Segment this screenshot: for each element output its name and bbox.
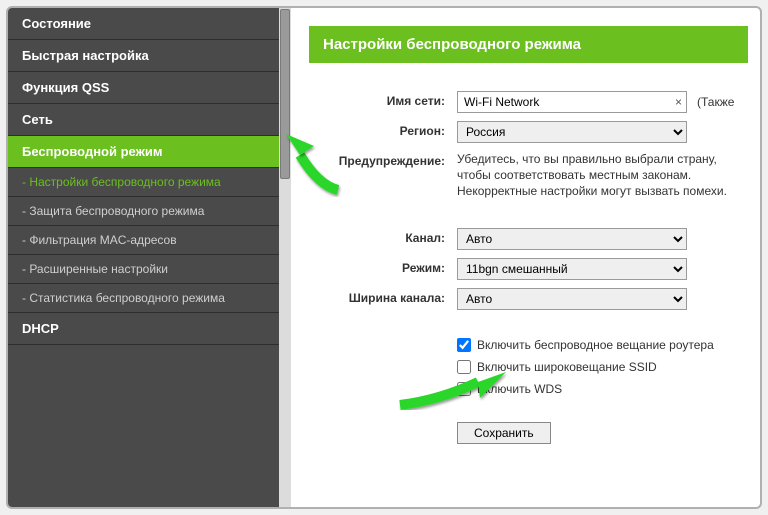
- broadcast-ssid-checkbox[interactable]: [457, 360, 471, 374]
- sidebar-scrollbar-thumb[interactable]: [280, 9, 290, 179]
- channel-select[interactable]: Авто: [457, 228, 687, 250]
- sidebar-subitem-statistics[interactable]: - Статистика беспроводного режима: [8, 284, 279, 313]
- sidebar-item-wireless[interactable]: Беспроводной режим: [8, 136, 279, 168]
- content-panel: Настройки беспроводного режима Имя сети:…: [291, 8, 760, 507]
- region-label: Регион:: [309, 121, 457, 138]
- mode-select[interactable]: 11bgn смешанный: [457, 258, 687, 280]
- broadcast-router-checkbox[interactable]: [457, 338, 471, 352]
- broadcast-router-label: Включить беспроводное вещание роутера: [477, 338, 714, 352]
- broadcast-ssid-label: Включить широковещание SSID: [477, 360, 657, 374]
- sidebar-subitem-advanced[interactable]: - Расширенные настройки: [8, 255, 279, 284]
- sidebar-scrollbar[interactable]: [279, 8, 291, 507]
- clear-input-icon[interactable]: ×: [675, 95, 682, 109]
- sidebar-item-quick-setup[interactable]: Быстрая настройка: [8, 40, 279, 72]
- warning-text: Убедитесь, что вы правильно выбрали стра…: [457, 151, 747, 200]
- ssid-input[interactable]: [457, 91, 687, 113]
- mode-label: Режим:: [309, 258, 457, 275]
- wds-label: Включить WDS: [477, 382, 562, 396]
- wds-checkbox[interactable]: [457, 382, 471, 396]
- sidebar-item-qss[interactable]: Функция QSS: [8, 72, 279, 104]
- sidebar-subitem-wireless-settings[interactable]: - Настройки беспроводного режима: [8, 168, 279, 197]
- channel-width-select[interactable]: Авто: [457, 288, 687, 310]
- sidebar-item-dhcp[interactable]: DHCP: [8, 313, 279, 345]
- ssid-label: Имя сети:: [309, 91, 457, 108]
- also-label: (Также: [697, 95, 734, 109]
- save-button[interactable]: Сохранить: [457, 422, 551, 444]
- channel-width-label: Ширина канала:: [309, 288, 457, 305]
- sidebar-item-status[interactable]: Состояние: [8, 8, 279, 40]
- router-admin-window: Состояние Быстрая настройка Функция QSS …: [6, 6, 762, 509]
- sidebar-item-network[interactable]: Сеть: [8, 104, 279, 136]
- sidebar-subitem-mac-filter[interactable]: - Фильтрация MAC-адресов: [8, 226, 279, 255]
- sidebar: Состояние Быстрая настройка Функция QSS …: [8, 8, 291, 507]
- sidebar-subitem-wireless-security[interactable]: - Защита беспроводного режима: [8, 197, 279, 226]
- channel-label: Канал:: [309, 228, 457, 245]
- warning-label: Предупреждение:: [309, 151, 457, 168]
- panel-title: Настройки беспроводного режима: [309, 26, 748, 63]
- region-select[interactable]: Россия: [457, 121, 687, 143]
